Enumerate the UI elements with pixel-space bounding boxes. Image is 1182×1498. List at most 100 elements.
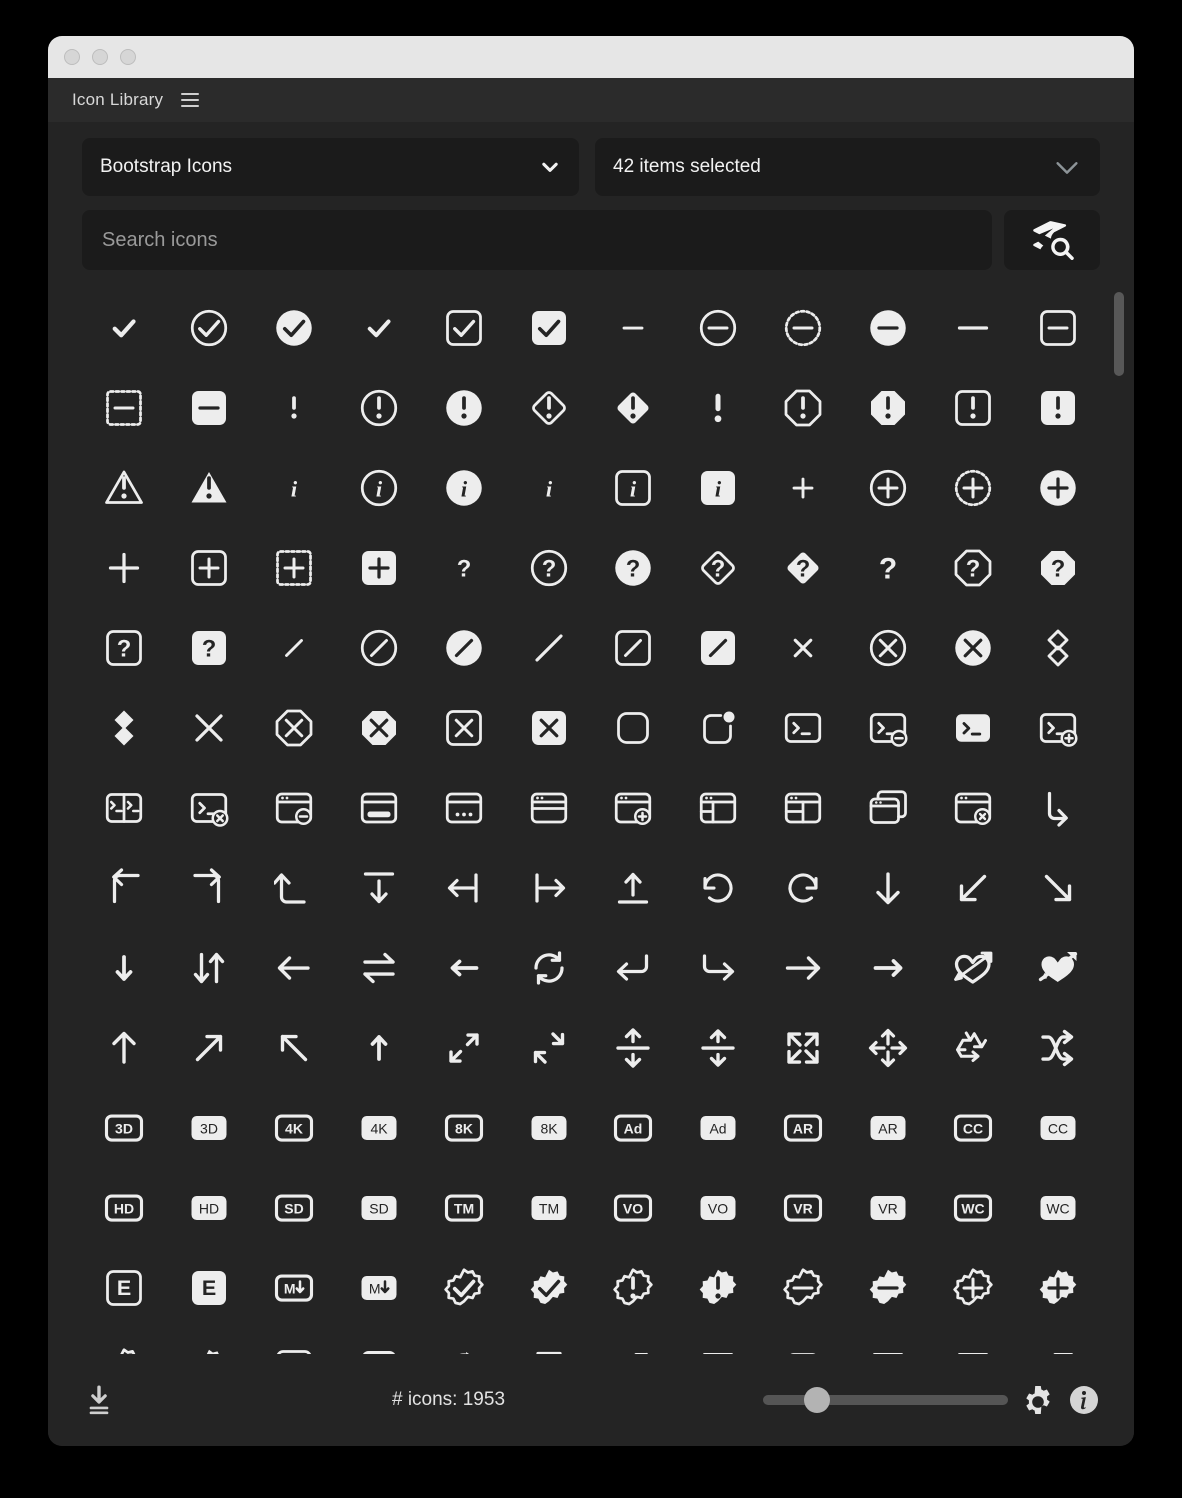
icon-exclamation[interactable] bbox=[266, 380, 322, 436]
icon-question[interactable]: ? bbox=[436, 540, 492, 596]
icon-x-octagon-fill[interactable] bbox=[351, 700, 407, 756]
icon-badge-8k-fill[interactable]: 8K bbox=[521, 1100, 577, 1156]
icon-box-arrow-in-left[interactable] bbox=[1030, 1340, 1086, 1354]
icon-question-square-fill[interactable]: ? bbox=[181, 620, 237, 676]
icon-square-rounded[interactable] bbox=[605, 700, 661, 756]
icon-exclamation-circle[interactable] bbox=[351, 380, 407, 436]
icon-arrow-down-left[interactable] bbox=[945, 860, 1001, 916]
icon-circle-square[interactable] bbox=[690, 700, 746, 756]
icon-arrow-up-left[interactable] bbox=[181, 1020, 237, 1076]
icon-window-plus[interactable] bbox=[605, 780, 661, 836]
icon-dash[interactable] bbox=[605, 300, 661, 356]
icon-arrows-move[interactable] bbox=[860, 1020, 916, 1076]
icon-exclamation-diamond-fill[interactable] bbox=[605, 380, 661, 436]
icon-arrow-up-right[interactable] bbox=[266, 1020, 322, 1076]
icon-bounding-box[interactable]: B bbox=[266, 1340, 322, 1354]
icon-check-circle-fill[interactable] bbox=[266, 300, 322, 356]
icon-slash-square-fill[interactable] bbox=[690, 620, 746, 676]
icon-arrow-90deg-right[interactable] bbox=[181, 860, 237, 916]
icon-exclamation-triangle[interactable] bbox=[96, 460, 152, 516]
icon-terminal-plus[interactable] bbox=[1030, 700, 1086, 756]
icon-x-circle-fill[interactable] bbox=[945, 620, 1001, 676]
icon-arrow-bar-down[interactable] bbox=[351, 860, 407, 916]
icon-badge-ad-fill[interactable]: Ad bbox=[690, 1100, 746, 1156]
icon-badge-hd-fill[interactable]: HD bbox=[181, 1180, 237, 1236]
icon-box-arrow-in-down-right-2[interactable] bbox=[945, 1340, 1001, 1354]
icon-badge-sd-fill[interactable]: SD bbox=[351, 1180, 407, 1236]
settings-button[interactable] bbox=[1022, 1384, 1054, 1416]
icon-x-lg[interactable] bbox=[181, 700, 237, 756]
icon-badge-vr-fill[interactable]: VR bbox=[860, 1180, 916, 1236]
hamburger-icon[interactable] bbox=[181, 93, 200, 107]
icon-plus-circle-dotted[interactable] bbox=[945, 460, 1001, 516]
icon-patch-plus[interactable] bbox=[945, 1260, 1001, 1316]
icon-window-desktop[interactable] bbox=[436, 780, 492, 836]
icon-arrow-bar-up[interactable] bbox=[605, 860, 661, 916]
icon-file-earmark-easel-fill[interactable]: E bbox=[181, 1260, 237, 1316]
icon-check-circle[interactable] bbox=[181, 300, 237, 356]
icon-plus-lg[interactable] bbox=[96, 540, 152, 596]
icon-badge-cc[interactable]: CC bbox=[945, 1100, 1001, 1156]
icon-arrow-down-short[interactable] bbox=[96, 940, 152, 996]
icon-patch-minus[interactable] bbox=[775, 1260, 831, 1316]
icon-patch-exclamation-fill[interactable] bbox=[690, 1260, 746, 1316]
icon-filetype-md-fill[interactable]: M bbox=[351, 1260, 407, 1316]
maximize-button[interactable] bbox=[120, 49, 136, 65]
icon-plus-square-dotted[interactable] bbox=[266, 540, 322, 596]
search-input[interactable] bbox=[82, 210, 992, 270]
close-button[interactable] bbox=[64, 49, 80, 65]
icon-exclamation-triangle-fill[interactable] bbox=[181, 460, 237, 516]
icon-question-circle-fill[interactable]: ? bbox=[605, 540, 661, 596]
icon-x-circle[interactable] bbox=[860, 620, 916, 676]
icon-badge-8k[interactable]: 8K bbox=[436, 1100, 492, 1156]
icon-badge-vr[interactable]: VR bbox=[775, 1180, 831, 1236]
icon-check-square-fill[interactable] bbox=[521, 300, 577, 356]
icon-arrow-through-heart-fill[interactable] bbox=[1030, 940, 1086, 996]
icon-arrow-up[interactable] bbox=[96, 1020, 152, 1076]
icon-slash-square[interactable] bbox=[605, 620, 661, 676]
icon-filetype-md[interactable]: M bbox=[266, 1260, 322, 1316]
icon-slash[interactable] bbox=[266, 620, 322, 676]
icon-check-square[interactable] bbox=[436, 300, 492, 356]
icon-bounding-box-circles[interactable]: B bbox=[351, 1340, 407, 1354]
icon-arrows-angle-expand[interactable] bbox=[521, 1020, 577, 1076]
info-button[interactable] bbox=[1068, 1384, 1100, 1416]
icon-arrow-left-right[interactable] bbox=[351, 940, 407, 996]
download-button[interactable] bbox=[82, 1383, 134, 1417]
icon-arrow-up-short[interactable] bbox=[351, 1020, 407, 1076]
icon-patch-question-fill[interactable]: ? bbox=[181, 1340, 237, 1354]
icon-box-arrow-in-down-left[interactable] bbox=[605, 1340, 661, 1354]
grid-scrollbar-thumb[interactable] bbox=[1114, 292, 1124, 376]
icon-window-dash[interactable] bbox=[266, 780, 322, 836]
icon-dash-circle-dotted[interactable] bbox=[775, 300, 831, 356]
icon-question-square[interactable]: ? bbox=[96, 620, 152, 676]
icon-arrow-down[interactable] bbox=[860, 860, 916, 916]
icon-x-square[interactable] bbox=[436, 700, 492, 756]
icon-arrows-angle-contract[interactable] bbox=[436, 1020, 492, 1076]
icon-arrow-right-short[interactable] bbox=[860, 940, 916, 996]
icon-terminal-x[interactable] bbox=[181, 780, 237, 836]
icon-dash-square-dotted[interactable] bbox=[96, 380, 152, 436]
icon-info[interactable]: i bbox=[266, 460, 322, 516]
icon-window-split[interactable] bbox=[690, 780, 746, 836]
icon-check[interactable] bbox=[96, 300, 152, 356]
icon-terminal-split[interactable] bbox=[96, 780, 152, 836]
icon-arrow-down-right[interactable] bbox=[1030, 860, 1086, 916]
icon-exclamation-circle-fill[interactable] bbox=[436, 380, 492, 436]
icon-terminal-fill[interactable] bbox=[945, 700, 1001, 756]
icon-question-lg[interactable]: ? bbox=[860, 540, 916, 596]
icon-window-x[interactable] bbox=[945, 780, 1001, 836]
icon-info-square[interactable]: i bbox=[605, 460, 661, 516]
icon-window-fullscreen[interactable] bbox=[860, 780, 916, 836]
icon-patch-check[interactable] bbox=[436, 1260, 492, 1316]
icon-info-square-fill[interactable]: i bbox=[690, 460, 746, 516]
icon-badge-tm[interactable]: TM bbox=[436, 1180, 492, 1236]
icon-badge-cc-fill[interactable]: CC bbox=[1030, 1100, 1086, 1156]
icon-recycle[interactable] bbox=[945, 1020, 1001, 1076]
icon-patch-minus-fill[interactable] bbox=[860, 1260, 916, 1316]
icon-exclamation-square[interactable] bbox=[945, 380, 1001, 436]
icon-arrows-collapse[interactable] bbox=[605, 1020, 661, 1076]
icon-plus-circle[interactable] bbox=[860, 460, 916, 516]
icon-arrow-right[interactable] bbox=[775, 940, 831, 996]
icon-exclamation-octagon-fill[interactable] bbox=[860, 380, 916, 436]
